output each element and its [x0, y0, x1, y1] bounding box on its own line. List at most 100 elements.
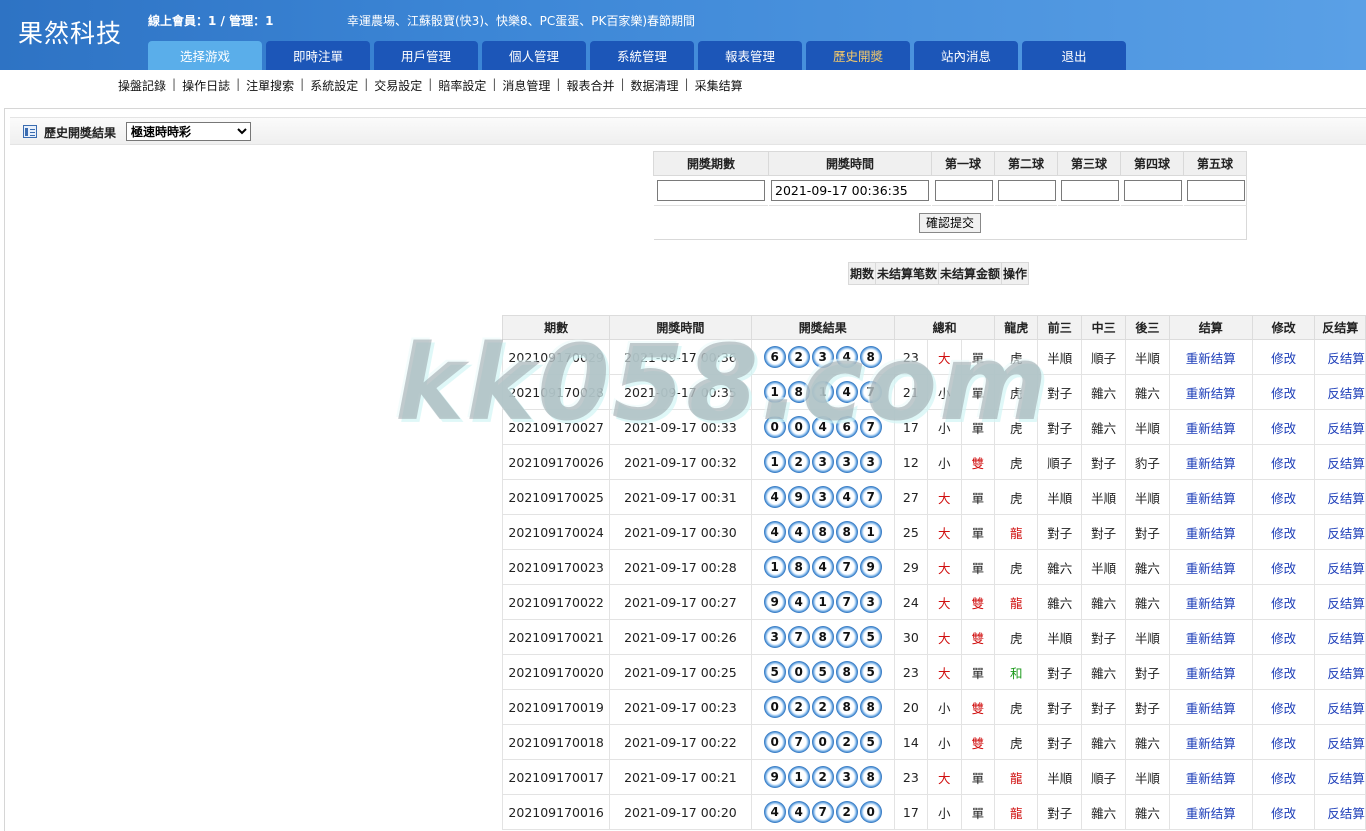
row-dragon-tiger: 虎	[994, 689, 1039, 725]
row-back3: 半順	[1125, 619, 1170, 655]
subnav-system-settings[interactable]: 系統設定	[310, 77, 358, 94]
resettle-link[interactable]: 重新结算	[1168, 759, 1253, 795]
subnav-bet-search[interactable]: 注單搜索	[246, 77, 294, 94]
row-size: 大	[926, 654, 962, 690]
edit-link[interactable]: 修改	[1251, 409, 1316, 445]
ball-3-input[interactable]	[1061, 180, 1119, 201]
ball-number: 4	[787, 801, 810, 823]
resettle-link[interactable]: 重新结算	[1168, 409, 1253, 445]
subnav-data-cleanup[interactable]: 数据清理	[631, 77, 679, 94]
resettle-link[interactable]: 重新结算	[1168, 724, 1253, 760]
resettle-link[interactable]: 重新结算	[1168, 339, 1253, 375]
resettle-link[interactable]: 重新结算	[1168, 689, 1253, 725]
ball-number: 2	[835, 731, 858, 753]
ball-1-input[interactable]	[935, 180, 993, 201]
sub-nav: 操盤記錄 | 操作日誌 | 注單搜索 | 系統設定 | 交易設定 | 賠率設定 | 消息管理…	[118, 77, 743, 94]
ball-4-input[interactable]	[1124, 180, 1182, 201]
row-time: 2021-09-17 00:31	[609, 479, 752, 515]
ball-2-input[interactable]	[998, 180, 1056, 201]
row-period: 202109170027	[501, 409, 611, 445]
table-row: 202109170021 2021-09-17 00:26 3 7 8 7 5 30 大雙虎半順…	[501, 619, 1366, 655]
edit-link[interactable]: 修改	[1251, 339, 1316, 375]
row-sum: 12	[893, 444, 928, 480]
tab-messages[interactable]: 站內消息	[914, 41, 1018, 70]
reverse-settle-link[interactable]: 反结算	[1314, 724, 1366, 760]
row-dragon-tiger: 虎	[994, 444, 1039, 480]
reverse-settle-link[interactable]: 反结算	[1314, 374, 1366, 410]
subnav-collect-settle[interactable]: 采集结算	[695, 77, 743, 94]
results-col-settle: 结算	[1168, 315, 1253, 340]
tab-select-game[interactable]: 选择游戏	[148, 41, 262, 70]
row-time: 2021-09-17 00:28	[609, 549, 752, 585]
row-back3: 豹子	[1125, 444, 1170, 480]
resettle-link[interactable]: 重新结算	[1168, 584, 1253, 620]
app-logo: 果然科技	[18, 19, 123, 48]
reverse-settle-link[interactable]: 反结算	[1314, 584, 1366, 620]
edit-link[interactable]: 修改	[1251, 759, 1316, 795]
tab-system[interactable]: 系統管理	[590, 41, 694, 70]
row-balls: 18479	[750, 549, 895, 585]
reverse-settle-link[interactable]: 反结算	[1314, 689, 1366, 725]
results-body: 202109170029 2021-09-17 00:36 6 2 3 4 8 23 大單虎半順…	[501, 339, 1366, 830]
resettle-link[interactable]: 重新结算	[1168, 619, 1253, 655]
edit-link[interactable]: 修改	[1251, 374, 1316, 410]
submit-button[interactable]: 確認提交	[918, 212, 981, 233]
edit-link[interactable]: 修改	[1251, 584, 1316, 620]
tab-logout[interactable]: 退出	[1022, 41, 1126, 70]
row-mid3: 雜六	[1081, 409, 1126, 445]
edit-link[interactable]: 修改	[1251, 654, 1316, 690]
edit-link[interactable]: 修改	[1251, 444, 1316, 480]
ball-number: 8	[811, 521, 834, 543]
row-parity: 單	[960, 654, 996, 690]
edit-link[interactable]: 修改	[1251, 619, 1316, 655]
reverse-settle-link[interactable]: 反结算	[1314, 409, 1366, 445]
row-back3: 對子	[1125, 514, 1170, 550]
ball-5-input[interactable]	[1187, 180, 1245, 201]
subnav-separator: |	[364, 77, 369, 91]
reverse-settle-link[interactable]: 反结算	[1314, 479, 1366, 515]
subnav-report-merge[interactable]: 報表合并	[566, 77, 614, 94]
row-time: 2021-09-17 00:27	[609, 584, 752, 620]
tab-live-bets[interactable]: 即時注單	[266, 41, 370, 70]
reverse-settle-link[interactable]: 反结算	[1314, 654, 1366, 690]
resettle-link[interactable]: 重新结算	[1168, 479, 1253, 515]
reverse-settle-link[interactable]: 反结算	[1314, 619, 1366, 655]
edit-link[interactable]: 修改	[1251, 724, 1316, 760]
reverse-settle-link[interactable]: 反结算	[1314, 444, 1366, 480]
subnav-odds-settings[interactable]: 賠率設定	[438, 77, 486, 94]
edit-link[interactable]: 修改	[1251, 794, 1316, 830]
resettle-link[interactable]: 重新结算	[1168, 444, 1253, 480]
edit-link[interactable]: 修改	[1251, 549, 1316, 585]
resettle-link[interactable]: 重新结算	[1168, 374, 1253, 410]
tab-user-management[interactable]: 用戶管理	[374, 41, 478, 70]
top-header: 果然科技 線上會員：1 / 管理：1 幸運農場、江蘇骰寶(快3)、快樂8、PC蛋…	[0, 0, 1366, 70]
subnav-operation-log[interactable]: 操作日誌	[182, 77, 230, 94]
table-row: 202109170027 2021-09-17 00:33 0 0 4 6 7 17 小單虎對子…	[501, 409, 1366, 445]
tab-personal[interactable]: 個人管理	[482, 41, 586, 70]
subnav-message-management[interactable]: 消息管理	[502, 77, 550, 94]
resettle-link[interactable]: 重新结算	[1168, 794, 1253, 830]
reverse-settle-link[interactable]: 反结算	[1314, 339, 1366, 375]
reverse-settle-link[interactable]: 反结算	[1314, 549, 1366, 585]
unsettled-col-amount: 未结算金额	[938, 262, 1003, 285]
tab-reports[interactable]: 報表管理	[698, 41, 802, 70]
resettle-link[interactable]: 重新结算	[1168, 549, 1253, 585]
resettle-link[interactable]: 重新结算	[1168, 514, 1253, 550]
edit-link[interactable]: 修改	[1251, 514, 1316, 550]
row-time: 2021-09-17 00:33	[609, 409, 752, 445]
reverse-settle-link[interactable]: 反结算	[1314, 759, 1366, 795]
row-back3: 雜六	[1125, 549, 1170, 585]
resettle-link[interactable]: 重新结算	[1168, 654, 1253, 690]
row-parity: 單	[960, 514, 996, 550]
reverse-settle-link[interactable]: 反结算	[1314, 794, 1366, 830]
reverse-settle-link[interactable]: 反结算	[1314, 514, 1366, 550]
period-input[interactable]	[657, 180, 765, 201]
subnav-trade-settings[interactable]: 交易設定	[374, 77, 422, 94]
tab-draw-history[interactable]: 歷史開獎	[806, 41, 910, 70]
game-select[interactable]: 極速時時彩	[126, 122, 251, 141]
edit-link[interactable]: 修改	[1251, 479, 1316, 515]
subnav-trade-log[interactable]: 操盤記錄	[118, 77, 166, 94]
edit-link[interactable]: 修改	[1251, 689, 1316, 725]
draw-time-input[interactable]	[771, 180, 929, 201]
row-sum: 25	[893, 514, 928, 550]
